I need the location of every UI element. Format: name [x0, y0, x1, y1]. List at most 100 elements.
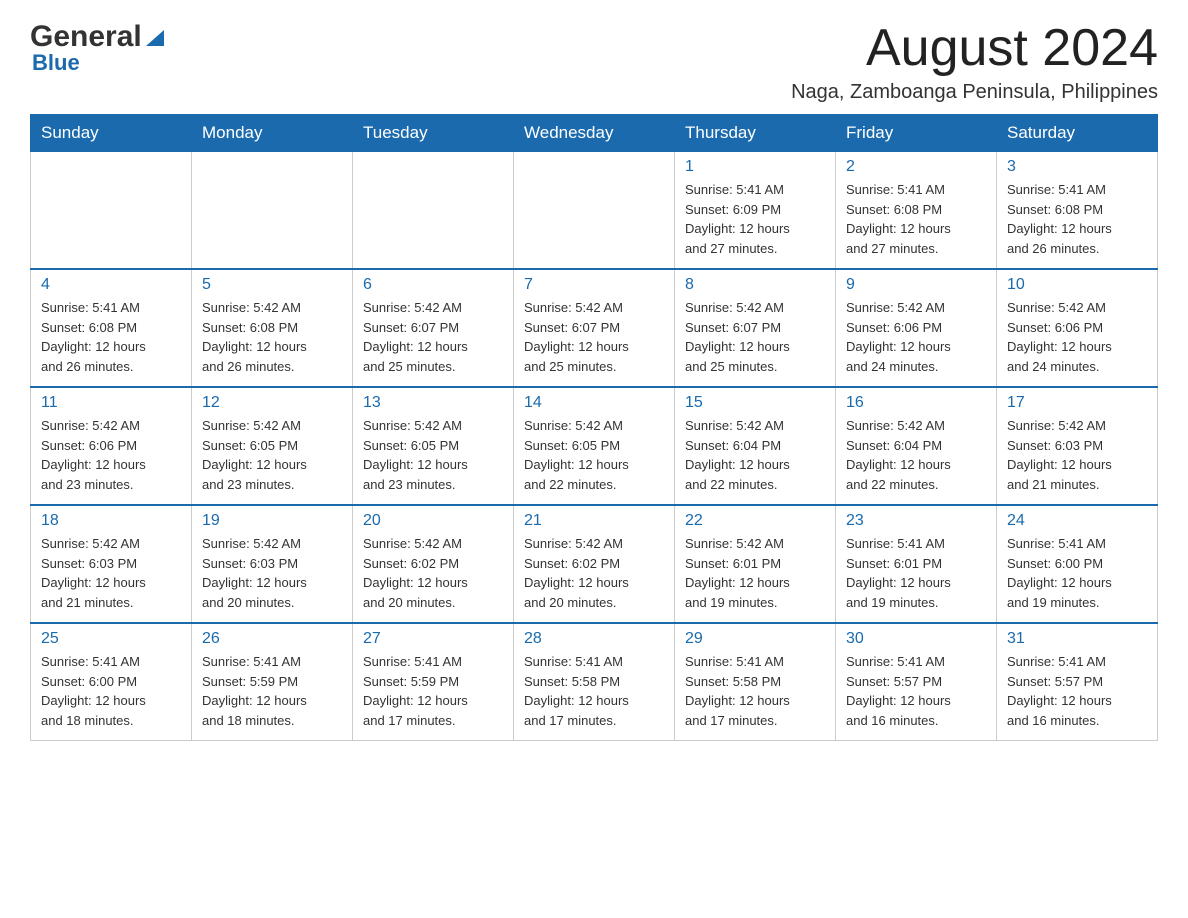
day-number: 1	[685, 158, 825, 176]
day-number: 6	[363, 276, 503, 294]
day-number: 8	[685, 276, 825, 294]
logo-blue: Blue	[32, 50, 168, 76]
calendar-day-header: Wednesday	[514, 115, 675, 152]
day-info: Sunrise: 5:42 AM Sunset: 6:01 PM Dayligh…	[685, 534, 825, 612]
calendar-cell: 19 Sunrise: 5:42 AM Sunset: 6:03 PM Dayli…	[192, 505, 353, 623]
day-info: Sunrise: 5:42 AM Sunset: 6:03 PM Dayligh…	[202, 534, 342, 612]
day-number: 28	[524, 630, 664, 648]
calendar-cell: 31 Sunrise: 5:41 AM Sunset: 5:57 PM Dayli…	[997, 623, 1158, 741]
calendar-day-header: Sunday	[31, 115, 192, 152]
day-number: 2	[846, 158, 986, 176]
calendar-day-header: Thursday	[675, 115, 836, 152]
day-number: 15	[685, 394, 825, 412]
day-number: 11	[41, 394, 181, 412]
day-info: Sunrise: 5:41 AM Sunset: 5:58 PM Dayligh…	[685, 652, 825, 730]
calendar-day-header: Saturday	[997, 115, 1158, 152]
day-info: Sunrise: 5:42 AM Sunset: 6:07 PM Dayligh…	[685, 298, 825, 376]
calendar-cell: 14 Sunrise: 5:42 AM Sunset: 6:05 PM Dayli…	[514, 387, 675, 505]
day-number: 24	[1007, 512, 1147, 530]
calendar-cell: 18Sunrise: 5:42 AM Sunset: 6:03 PM Dayli…	[31, 505, 192, 623]
calendar-cell: 25 Sunrise: 5:41 AM Sunset: 6:00 PM Dayli…	[31, 623, 192, 741]
day-info: Sunrise: 5:41 AM Sunset: 5:57 PM Dayligh…	[846, 652, 986, 730]
day-info: Sunrise: 5:41 AM Sunset: 6:08 PM Dayligh…	[41, 298, 181, 376]
calendar-week-row: 1 Sunrise: 5:41 AM Sunset: 6:09 PM Daylig…	[31, 152, 1158, 270]
calendar-day-header: Friday	[836, 115, 997, 152]
day-info: Sunrise: 5:42 AM Sunset: 6:06 PM Dayligh…	[1007, 298, 1147, 376]
day-info: Sunrise: 5:42 AM Sunset: 6:03 PM Dayligh…	[1007, 416, 1147, 494]
calendar-header-row: SundayMondayTuesdayWednesdayThursdayFrid…	[31, 115, 1158, 152]
calendar-cell: 24 Sunrise: 5:41 AM Sunset: 6:00 PM Dayli…	[997, 505, 1158, 623]
day-number: 25	[41, 630, 181, 648]
day-number: 14	[524, 394, 664, 412]
day-info: Sunrise: 5:41 AM Sunset: 5:58 PM Dayligh…	[524, 652, 664, 730]
calendar-cell: 17 Sunrise: 5:42 AM Sunset: 6:03 PM Dayli…	[997, 387, 1158, 505]
day-number: 9	[846, 276, 986, 294]
page-title: August 2024	[791, 20, 1158, 77]
calendar-cell: 23Sunrise: 5:41 AM Sunset: 6:01 PM Dayli…	[836, 505, 997, 623]
day-number: 5	[202, 276, 342, 294]
day-number: 13	[363, 394, 503, 412]
day-number: 17	[1007, 394, 1147, 412]
day-number: 16	[846, 394, 986, 412]
calendar-cell	[514, 152, 675, 270]
day-number: 12	[202, 394, 342, 412]
calendar-cell: 2Sunrise: 5:41 AM Sunset: 6:08 PM Daylig…	[836, 152, 997, 270]
day-info: Sunrise: 5:42 AM Sunset: 6:02 PM Dayligh…	[363, 534, 503, 612]
day-number: 19	[202, 512, 342, 530]
calendar-cell: 26 Sunrise: 5:41 AM Sunset: 5:59 PM Dayli…	[192, 623, 353, 741]
calendar-cell: 15Sunrise: 5:42 AM Sunset: 6:04 PM Dayli…	[675, 387, 836, 505]
calendar-cell	[192, 152, 353, 270]
calendar-cell: 28 Sunrise: 5:41 AM Sunset: 5:58 PM Dayli…	[514, 623, 675, 741]
day-info: Sunrise: 5:41 AM Sunset: 6:00 PM Dayligh…	[41, 652, 181, 730]
calendar-cell	[353, 152, 514, 270]
calendar-cell: 8 Sunrise: 5:42 AM Sunset: 6:07 PM Daylig…	[675, 269, 836, 387]
calendar-cell: 3Sunrise: 5:41 AM Sunset: 6:08 PM Daylig…	[997, 152, 1158, 270]
page-header: General Blue August 2024 Naga, Zamboanga…	[30, 20, 1158, 104]
day-info: Sunrise: 5:41 AM Sunset: 5:57 PM Dayligh…	[1007, 652, 1147, 730]
day-info: Sunrise: 5:41 AM Sunset: 6:00 PM Dayligh…	[1007, 534, 1147, 612]
calendar-cell: 5 Sunrise: 5:42 AM Sunset: 6:08 PM Daylig…	[192, 269, 353, 387]
calendar-week-row: 4Sunrise: 5:41 AM Sunset: 6:08 PM Daylig…	[31, 269, 1158, 387]
day-number: 23	[846, 512, 986, 530]
day-info: Sunrise: 5:42 AM Sunset: 6:06 PM Dayligh…	[846, 298, 986, 376]
calendar-cell: 13 Sunrise: 5:42 AM Sunset: 6:05 PM Dayli…	[353, 387, 514, 505]
calendar-cell: 9 Sunrise: 5:42 AM Sunset: 6:06 PM Daylig…	[836, 269, 997, 387]
day-number: 31	[1007, 630, 1147, 648]
calendar-cell: 12 Sunrise: 5:42 AM Sunset: 6:05 PM Dayli…	[192, 387, 353, 505]
day-info: Sunrise: 5:41 AM Sunset: 5:59 PM Dayligh…	[202, 652, 342, 730]
day-info: Sunrise: 5:42 AM Sunset: 6:05 PM Dayligh…	[202, 416, 342, 494]
day-info: Sunrise: 5:42 AM Sunset: 6:05 PM Dayligh…	[524, 416, 664, 494]
day-number: 27	[363, 630, 503, 648]
day-info: Sunrise: 5:42 AM Sunset: 6:07 PM Dayligh…	[363, 298, 503, 376]
calendar-week-row: 18Sunrise: 5:42 AM Sunset: 6:03 PM Dayli…	[31, 505, 1158, 623]
day-info: Sunrise: 5:42 AM Sunset: 6:08 PM Dayligh…	[202, 298, 342, 376]
page-subtitle: Naga, Zamboanga Peninsula, Philippines	[791, 81, 1158, 104]
title-area: August 2024 Naga, Zamboanga Peninsula, P…	[791, 20, 1158, 104]
day-info: Sunrise: 5:42 AM Sunset: 6:02 PM Dayligh…	[524, 534, 664, 612]
calendar-cell: 1 Sunrise: 5:41 AM Sunset: 6:09 PM Daylig…	[675, 152, 836, 270]
day-number: 26	[202, 630, 342, 648]
calendar-cell: 20 Sunrise: 5:42 AM Sunset: 6:02 PM Dayli…	[353, 505, 514, 623]
day-number: 22	[685, 512, 825, 530]
calendar-cell: 10Sunrise: 5:42 AM Sunset: 6:06 PM Dayli…	[997, 269, 1158, 387]
day-info: Sunrise: 5:42 AM Sunset: 6:05 PM Dayligh…	[363, 416, 503, 494]
calendar-cell: 11 Sunrise: 5:42 AM Sunset: 6:06 PM Dayli…	[31, 387, 192, 505]
day-info: Sunrise: 5:42 AM Sunset: 6:04 PM Dayligh…	[846, 416, 986, 494]
logo-general: General	[30, 20, 142, 54]
calendar-day-header: Monday	[192, 115, 353, 152]
day-info: Sunrise: 5:42 AM Sunset: 6:03 PM Dayligh…	[41, 534, 181, 612]
calendar-cell: 21Sunrise: 5:42 AM Sunset: 6:02 PM Dayli…	[514, 505, 675, 623]
day-info: Sunrise: 5:41 AM Sunset: 5:59 PM Dayligh…	[363, 652, 503, 730]
calendar-week-row: 25 Sunrise: 5:41 AM Sunset: 6:00 PM Dayli…	[31, 623, 1158, 741]
calendar-day-header: Tuesday	[353, 115, 514, 152]
day-info: Sunrise: 5:42 AM Sunset: 6:06 PM Dayligh…	[41, 416, 181, 494]
day-info: Sunrise: 5:42 AM Sunset: 6:07 PM Dayligh…	[524, 298, 664, 376]
day-number: 29	[685, 630, 825, 648]
day-info: Sunrise: 5:41 AM Sunset: 6:09 PM Dayligh…	[685, 180, 825, 258]
day-number: 30	[846, 630, 986, 648]
calendar-cell: 4Sunrise: 5:41 AM Sunset: 6:08 PM Daylig…	[31, 269, 192, 387]
calendar-table: SundayMondayTuesdayWednesdayThursdayFrid…	[30, 114, 1158, 741]
day-number: 7	[524, 276, 664, 294]
day-number: 20	[363, 512, 503, 530]
calendar-week-row: 11 Sunrise: 5:42 AM Sunset: 6:06 PM Dayli…	[31, 387, 1158, 505]
